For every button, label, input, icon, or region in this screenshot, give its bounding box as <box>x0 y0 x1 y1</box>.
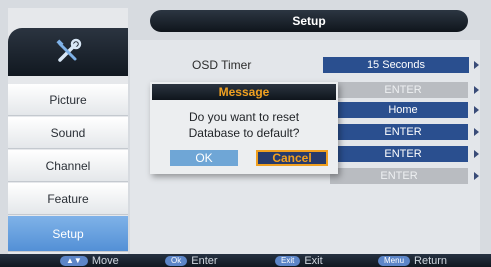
row5-value-text: ENTER <box>384 148 422 160</box>
osd-timer-value-text: 15 Seconds <box>366 59 426 71</box>
hint-enter: Ok Enter <box>165 255 218 267</box>
dialog-message-line1: Do you want to reset <box>188 110 300 124</box>
osd-timer-value[interactable]: 15 Seconds <box>323 57 469 73</box>
ok-button[interactable]: OK <box>170 150 238 166</box>
right-arrow-icon <box>474 128 479 136</box>
hint-enter-label: Enter <box>191 254 218 267</box>
row2-value-text: ENTER <box>384 84 422 96</box>
page-title-text: Setup <box>292 14 326 28</box>
right-arrow-icon <box>474 106 479 114</box>
right-arrow-icon <box>474 150 479 158</box>
row4-value-text: ENTER <box>384 126 422 138</box>
row4-value[interactable]: ENTER <box>338 124 468 140</box>
right-arrow-icon <box>474 86 479 94</box>
cancel-button[interactable]: Cancel <box>256 150 328 166</box>
hint-exit: Exit Exit <box>275 255 323 267</box>
sidebar-item-channel[interactable]: Channel <box>8 150 128 182</box>
dialog-title-text: Message <box>218 85 270 99</box>
setup-logo <box>8 28 128 76</box>
hint-return: Menu Return <box>378 255 447 267</box>
sidebar-item-picture[interactable]: Picture <box>8 84 128 116</box>
hint-move-label: Move <box>91 254 119 267</box>
sidebar-item-label: Sound <box>50 125 86 140</box>
page-title: Setup <box>150 10 468 32</box>
row3-value-text: Home <box>388 104 418 116</box>
row6-value-text: ENTER <box>380 170 418 182</box>
row5-value[interactable]: ENTER <box>338 146 468 162</box>
sidebar-item-label: Picture <box>49 92 87 107</box>
sidebar-item-setup[interactable]: Setup <box>8 216 128 252</box>
right-arrow-icon <box>474 172 479 180</box>
sidebar-item-label: Setup <box>52 226 84 241</box>
hint-move: ▲▼ Move <box>60 255 119 267</box>
right-arrow-icon <box>474 61 479 69</box>
ok-key-icon: Ok <box>165 255 188 266</box>
sidebar-item-label: Feature <box>47 191 89 206</box>
row2-value[interactable]: ENTER <box>338 82 468 98</box>
tools-icon <box>56 38 82 62</box>
reset-dialog: Message Do you want to reset Database to… <box>150 82 338 174</box>
row6-value[interactable]: ENTER <box>330 168 468 184</box>
cancel-button-label: Cancel <box>272 151 312 165</box>
row3-value[interactable]: Home <box>338 102 468 118</box>
osd-timer-label: OSD Timer <box>192 58 252 72</box>
sidebar-item-feature[interactable]: Feature <box>8 183 128 215</box>
hint-bar: ▲▼ Move Ok Enter Exit Exit Menu Return <box>0 254 491 267</box>
exit-key-icon: Exit <box>275 255 301 266</box>
dialog-message-line2: Database to default? <box>188 126 300 140</box>
tv-osd-screen: Picture Sound Channel Feature Setup Setu… <box>0 0 491 267</box>
ok-button-label: OK <box>195 151 213 165</box>
sidebar-item-label: Channel <box>45 158 91 173</box>
updown-arrows-icon: ▲▼ <box>60 255 88 266</box>
hint-return-label: Return <box>414 254 448 267</box>
hint-exit-label: Exit <box>304 254 323 267</box>
menu-key-icon: Menu <box>378 255 411 266</box>
sidebar-item-sound[interactable]: Sound <box>8 117 128 149</box>
dialog-title: Message <box>152 84 336 100</box>
